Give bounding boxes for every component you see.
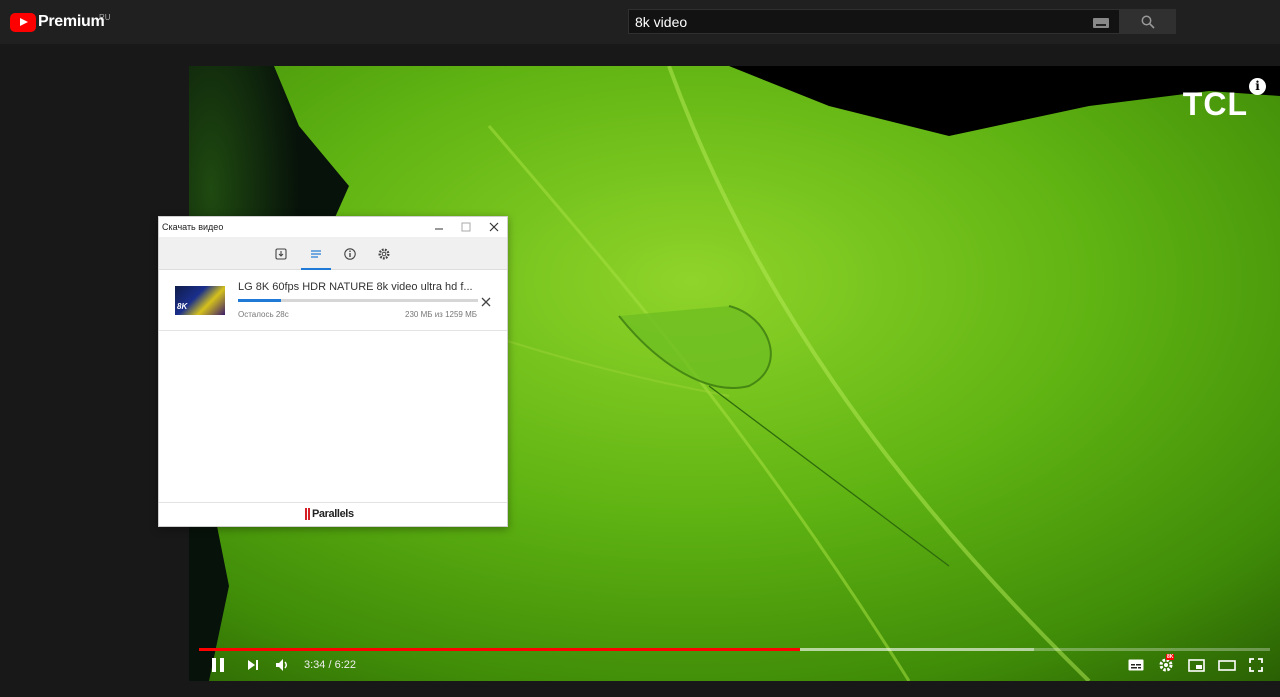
keyboard-icon[interactable] xyxy=(1093,18,1109,28)
next-icon[interactable] xyxy=(247,659,259,671)
subtitles-icon[interactable] xyxy=(1128,659,1144,671)
maximize-button[interactable] xyxy=(457,219,475,235)
thumbnail-label: 8K xyxy=(177,302,188,311)
gear-icon[interactable] xyxy=(377,247,391,261)
download-icon[interactable] xyxy=(274,247,288,261)
video-thumbnail: 8K xyxy=(175,286,225,315)
parallels-text: Parallels xyxy=(312,508,354,520)
played-bar xyxy=(199,648,800,651)
logo-text: Premium xyxy=(38,13,105,30)
parallels-mark-icon xyxy=(305,508,311,520)
search-box[interactable]: 8k video xyxy=(628,9,1120,34)
search-button[interactable] xyxy=(1120,9,1176,34)
quality-badge: 8K xyxy=(1166,654,1175,660)
settings-button[interactable]: 8K xyxy=(1158,654,1176,673)
cancel-download-icon[interactable] xyxy=(480,296,492,308)
download-progress-bar xyxy=(238,299,478,302)
download-size: 230 МБ из 1259 МБ xyxy=(405,310,477,319)
download-progress-fill xyxy=(238,299,282,302)
download-item: 8K LG 8K 60fps HDR NATURE 8k video ultra… xyxy=(159,271,507,331)
list-icon[interactable] xyxy=(309,247,323,261)
volume-icon[interactable] xyxy=(275,658,289,672)
youtube-premium-logo[interactable]: Premium RU xyxy=(10,11,111,33)
download-title: LG 8K 60fps HDR NATURE 8k video ultra hd… xyxy=(238,281,473,293)
dialog-toolbar xyxy=(159,237,507,270)
parallels-logo[interactable]: Parallels xyxy=(305,508,354,520)
fullscreen-icon[interactable] xyxy=(1249,658,1263,672)
dialog-footer: Parallels xyxy=(159,502,507,526)
dialog-title: Скачать видео xyxy=(162,222,224,232)
dialog-titlebar[interactable]: Скачать видео xyxy=(159,217,507,237)
active-tab-indicator xyxy=(301,268,331,270)
minimize-button[interactable] xyxy=(430,219,448,235)
about-icon[interactable] xyxy=(343,247,357,261)
top-bar: Premium RU 8k video xyxy=(0,0,1280,44)
player-controls: 3:34 / 6:22 8K xyxy=(189,654,1280,681)
time-remaining: Осталось 28с xyxy=(238,310,289,319)
download-dialog: Скачать видео 8K LG 8K 60fps HDR NATURE … xyxy=(158,216,508,527)
time-display: 3:34 / 6:22 xyxy=(304,659,356,671)
pause-icon[interactable] xyxy=(211,657,225,673)
miniplayer-icon[interactable] xyxy=(1188,659,1205,672)
logo-region: RU xyxy=(99,13,111,22)
tcl-logo: TCL xyxy=(1182,86,1248,122)
theater-mode-icon[interactable] xyxy=(1218,660,1236,671)
info-icon[interactable]: i xyxy=(1249,78,1266,95)
search-input[interactable]: 8k video xyxy=(635,14,687,30)
video-progress-bar[interactable] xyxy=(199,648,1270,651)
youtube-play-icon xyxy=(10,12,36,32)
search-icon xyxy=(1141,15,1155,29)
close-button[interactable] xyxy=(485,219,503,235)
